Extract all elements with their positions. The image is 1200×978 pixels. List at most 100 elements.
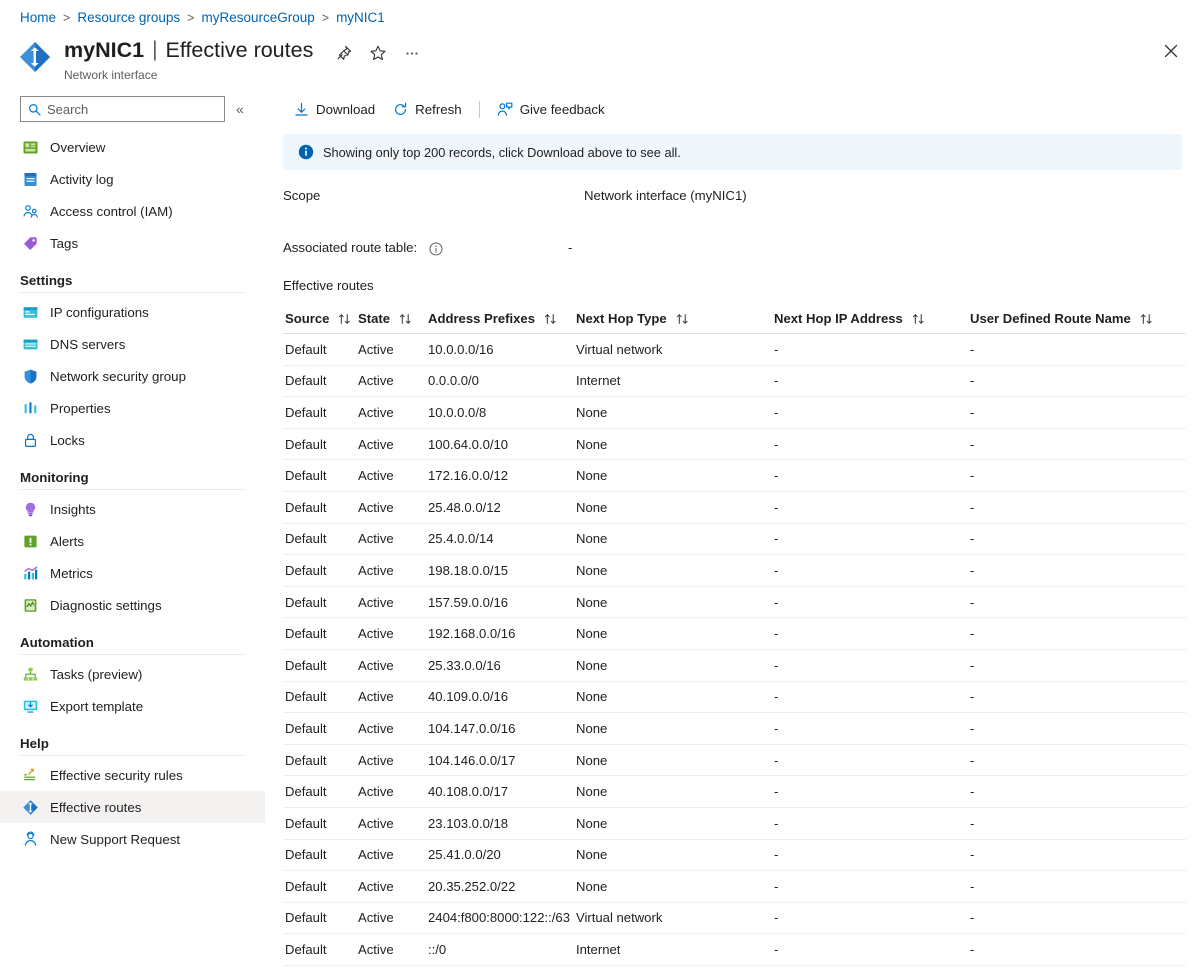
pin-icon[interactable] bbox=[335, 41, 353, 60]
breadcrumb-item-myresourcegroup[interactable]: myResourceGroup bbox=[201, 8, 314, 28]
table-row[interactable]: Default Active 0.0.0.0/0 Internet - - bbox=[283, 366, 1186, 398]
sidebar-group-divider bbox=[20, 654, 245, 655]
table-row[interactable]: Default Active 25.4.0.0/14 None - - bbox=[283, 524, 1186, 556]
sidebar-item-export-template[interactable]: Export template bbox=[0, 690, 265, 722]
column-header-address-prefixes[interactable]: Address Prefixes bbox=[428, 311, 576, 326]
info-outline-icon[interactable] bbox=[429, 242, 443, 256]
support-request-icon bbox=[22, 831, 39, 848]
sidebar-item-insights[interactable]: Insights bbox=[0, 493, 265, 525]
sidebar-item-new-support-request[interactable]: New Support Request bbox=[0, 823, 265, 855]
sidebar-item-overview[interactable]: Overview bbox=[0, 131, 265, 163]
sort-updown-icon[interactable] bbox=[667, 313, 689, 325]
table-row[interactable]: Default Active 25.41.0.0/20 None - - bbox=[283, 840, 1186, 872]
associated-route-table-label: Associated route table: bbox=[283, 240, 443, 256]
associated-route-table-value: - bbox=[568, 240, 573, 255]
column-header-user-defined-route-name[interactable]: User Defined Route Name bbox=[970, 311, 1170, 326]
command-bar: Download Refresh Give feedback bbox=[265, 92, 1200, 126]
table-cell: Default bbox=[285, 373, 327, 389]
column-header-label: Next Hop Type bbox=[576, 311, 667, 326]
search-input[interactable]: Search bbox=[20, 96, 225, 122]
sidebar-item-access-control-iam[interactable]: Access control (IAM) bbox=[0, 195, 265, 227]
table-row[interactable]: Default Active 25.48.0.0/12 None - - bbox=[283, 492, 1186, 524]
sidebar-item-activity-log[interactable]: Activity log bbox=[0, 163, 265, 195]
table-row[interactable]: Default Active 25.33.0.0/16 None - - bbox=[283, 650, 1186, 682]
sidebar-item-locks[interactable]: Locks bbox=[0, 424, 265, 456]
table-row[interactable]: Default Active 192.168.0.0/16 None - - bbox=[283, 618, 1186, 650]
network-interface-icon bbox=[18, 40, 52, 74]
associated-route-table-row: Associated route table: - bbox=[265, 240, 1200, 260]
feedback-person-icon bbox=[497, 102, 513, 116]
sidebar-item-metrics[interactable]: Metrics bbox=[0, 557, 265, 589]
table-cell: - bbox=[970, 752, 975, 768]
column-header-state[interactable]: State bbox=[358, 311, 428, 326]
table-cell: - bbox=[970, 499, 975, 515]
table-row[interactable]: Default Active 104.147.0.0/16 None - - bbox=[283, 713, 1186, 745]
table-row[interactable]: Default Active 23.103.0.0/18 None - - bbox=[283, 808, 1186, 840]
breadcrumb-separator: > bbox=[187, 11, 195, 25]
table-row[interactable]: Default Active 104.146.0.0/17 None - - bbox=[283, 745, 1186, 777]
sidebar-item-alerts[interactable]: Alerts bbox=[0, 525, 265, 557]
column-header-source[interactable]: Source bbox=[283, 311, 358, 326]
table-row[interactable]: Default Active 157.59.0.0/16 None - - bbox=[283, 587, 1186, 619]
sidebar-item-tags[interactable]: Tags bbox=[0, 227, 265, 259]
table-row[interactable]: Default Active::/0 Internet - - bbox=[283, 934, 1186, 966]
breadcrumb-item-home[interactable]: Home bbox=[20, 8, 56, 28]
breadcrumb-item-mynic1[interactable]: myNIC1 bbox=[336, 8, 385, 28]
table-row[interactable]: Default Active 198.18.0.0/15 None - - bbox=[283, 555, 1186, 587]
sort-updown-icon[interactable] bbox=[903, 313, 925, 325]
resource-type-label: Network interface bbox=[64, 68, 158, 82]
table-cell: 104.147.0.0/16 bbox=[428, 720, 516, 736]
favorite-star-icon[interactable] bbox=[369, 41, 387, 61]
table-cell: Active bbox=[358, 562, 394, 578]
table-row[interactable]: Default Active 20.35.252.0/22 None - - bbox=[283, 871, 1186, 903]
sort-updown-icon[interactable] bbox=[1131, 313, 1153, 325]
sidebar-item-label: Activity log bbox=[50, 171, 114, 187]
table-row[interactable]: Default Active 10.0.0.0/8 None - - bbox=[283, 397, 1186, 429]
refresh-button[interactable]: Refresh bbox=[384, 95, 471, 123]
column-header-next-hop-ip-address[interactable]: Next Hop IP Address bbox=[774, 311, 970, 326]
sidebar-item-diagnostic-settings[interactable]: Diagnostic settings bbox=[0, 589, 265, 621]
table-row[interactable]: Default Active 172.16.0.0/12 None - - bbox=[283, 460, 1186, 492]
download-button[interactable]: Download bbox=[285, 95, 384, 123]
page-title: myNIC1 | Effective routes bbox=[64, 36, 421, 64]
table-cell: - bbox=[970, 594, 975, 610]
sidebar-item-tasks-preview[interactable]: Tasks (preview) bbox=[0, 658, 265, 690]
ip-configurations-icon bbox=[22, 304, 39, 321]
sidebar-item-effective-security-rules[interactable]: Effective security rules bbox=[0, 759, 265, 791]
main-content: Download Refresh Give feedback Showing o… bbox=[265, 92, 1200, 978]
info-icon bbox=[298, 144, 314, 160]
sort-updown-icon[interactable] bbox=[535, 313, 557, 325]
table-cell: - bbox=[774, 878, 779, 894]
table-cell: Active bbox=[358, 626, 394, 642]
table-row[interactable]: Default Active 2404:f800:8000:122::/63 Virt… bbox=[283, 903, 1186, 935]
more-ellipsis-icon[interactable] bbox=[403, 41, 421, 59]
table-cell: Default bbox=[285, 531, 327, 547]
lock-icon bbox=[22, 432, 39, 449]
sort-updown-icon[interactable] bbox=[329, 313, 351, 325]
table-row[interactable]: Default Active 40.109.0.0/16 None - - bbox=[283, 682, 1186, 714]
sidebar-item-properties[interactable]: Properties bbox=[0, 392, 265, 424]
tasks-icon bbox=[22, 666, 39, 683]
column-header-next-hop-type[interactable]: Next Hop Type bbox=[576, 311, 774, 326]
table-cell: None bbox=[576, 815, 608, 831]
table-cell: Active bbox=[358, 468, 394, 484]
sidebar-item-effective-routes[interactable]: Effective routes bbox=[0, 791, 265, 823]
give-feedback-button[interactable]: Give feedback bbox=[488, 95, 614, 123]
sidebar-item-network-security-group[interactable]: Network security group bbox=[0, 360, 265, 392]
sidebar-item-dns-servers[interactable]: DNS servers bbox=[0, 328, 265, 360]
table-row[interactable]: Default Active 100.64.0.0/10 None - - bbox=[283, 429, 1186, 461]
give-feedback-label: Give feedback bbox=[519, 101, 605, 117]
breadcrumb-item-resource-groups[interactable]: Resource groups bbox=[77, 8, 180, 28]
chevron-double-left-icon[interactable]: « bbox=[236, 102, 244, 116]
sidebar-item-ip-configurations[interactable]: IP configurations bbox=[0, 296, 265, 328]
sidebar-item-label: Alerts bbox=[50, 533, 84, 549]
table-cell: Active bbox=[358, 657, 394, 673]
table-row[interactable]: Default Active 10.0.0.0/16 Virtual network -… bbox=[283, 334, 1186, 366]
sort-updown-icon[interactable] bbox=[390, 313, 412, 325]
table-cell: Active bbox=[358, 910, 394, 926]
close-button[interactable] bbox=[1158, 38, 1184, 64]
table-cell: Active bbox=[358, 373, 394, 389]
search-placeholder: Search bbox=[47, 101, 89, 117]
table-row[interactable]: Default Active 40.108.0.0/17 None - - bbox=[283, 776, 1186, 808]
insights-icon bbox=[22, 501, 39, 518]
